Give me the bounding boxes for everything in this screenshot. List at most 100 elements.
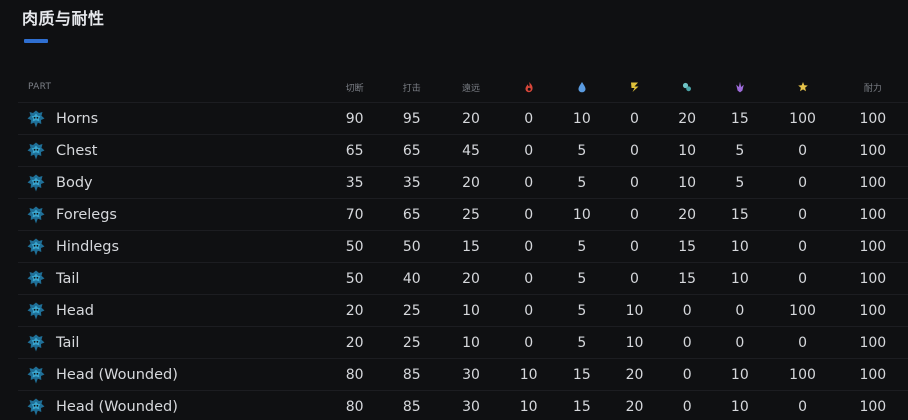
ice-value: 0 — [662, 358, 713, 391]
durability-value: 100 — [837, 198, 908, 231]
table-row[interactable]: Tail 20 25 10 0 5 10 0 0 0 100 — [18, 326, 908, 359]
shot-value: 20 — [441, 102, 501, 135]
stun-value: 100 — [767, 294, 838, 327]
water-value: 15 — [556, 390, 607, 420]
part-name: Head (Wounded) — [56, 398, 178, 415]
fire-value: 0 — [500, 230, 557, 263]
cut-value: 80 — [327, 358, 383, 391]
part-name: Body — [56, 174, 93, 191]
part-name: Chest — [56, 142, 98, 159]
header-impact[interactable]: 打击 — [382, 72, 441, 103]
stun-value: 100 — [767, 358, 838, 391]
dragon-value: 10 — [712, 230, 768, 263]
table-row[interactable]: Chest 65 65 45 0 5 0 10 5 0 100 — [18, 134, 908, 167]
thunder-value: 20 — [606, 358, 663, 391]
durability-value: 100 — [837, 102, 908, 135]
cut-value: 20 — [327, 294, 383, 327]
part-cell: Body — [18, 166, 328, 199]
table-header-row: PART 切断 打击 遠远 耐力 — [18, 72, 908, 103]
part-cell: Head — [18, 294, 328, 327]
water-value: 10 — [556, 102, 607, 135]
fire-value: 0 — [500, 326, 557, 359]
part-cell: Forelegs — [18, 198, 328, 231]
part-cell: Tail — [18, 326, 328, 359]
monster-icon — [26, 237, 46, 257]
monster-icon — [26, 333, 46, 353]
part-name: Tail — [56, 334, 80, 351]
fire-icon — [525, 82, 533, 93]
impact-value: 25 — [382, 326, 442, 359]
cut-value: 50 — [327, 230, 383, 263]
stun-value: 100 — [767, 102, 838, 135]
ice-value: 0 — [662, 294, 713, 327]
header-dragon[interactable] — [712, 72, 767, 103]
thunder-value: 0 — [606, 102, 663, 135]
impact-value: 65 — [382, 134, 442, 167]
water-value: 5 — [556, 262, 607, 295]
stun-value: 0 — [767, 390, 838, 420]
dragon-value: 5 — [712, 134, 768, 167]
header-part[interactable]: PART — [18, 72, 327, 103]
cut-value: 35 — [327, 166, 383, 199]
header-water[interactable] — [557, 72, 607, 103]
fire-value: 0 — [500, 294, 557, 327]
fire-value: 0 — [500, 102, 557, 135]
monster-icon — [26, 365, 46, 385]
water-value: 5 — [556, 294, 607, 327]
water-icon — [578, 82, 586, 93]
thunder-value: 20 — [606, 390, 663, 420]
table-row[interactable]: Tail 50 40 20 0 5 0 15 10 0 100 — [18, 262, 908, 295]
header-thunder[interactable] — [607, 72, 662, 103]
table-row[interactable]: Head (Wounded) 80 85 30 10 15 20 0 10 0 100 — [18, 390, 908, 420]
table-row[interactable]: Body 35 35 20 0 5 0 10 5 0 100 — [18, 166, 908, 199]
thunder-value: 0 — [606, 166, 663, 199]
fire-value: 10 — [500, 358, 557, 391]
stun-value: 0 — [767, 198, 838, 231]
monster-icon — [26, 301, 46, 321]
thunder-value: 10 — [606, 294, 663, 327]
impact-value: 95 — [382, 102, 442, 135]
impact-value: 50 — [382, 230, 442, 263]
thunder-value: 0 — [606, 262, 663, 295]
ice-value: 20 — [662, 198, 713, 231]
table-row[interactable]: Horns 90 95 20 0 10 0 20 15 100 100 — [18, 102, 908, 135]
header-cut[interactable]: 切断 — [327, 72, 382, 103]
table-row[interactable]: Head 20 25 10 0 5 10 0 0 100 100 — [18, 294, 908, 327]
dragon-value: 10 — [712, 390, 768, 420]
thunder-icon — [630, 82, 638, 92]
cut-value: 90 — [327, 102, 383, 135]
part-cell: Chest — [18, 134, 328, 167]
fire-value: 0 — [500, 262, 557, 295]
impact-value: 25 — [382, 294, 442, 327]
part-cell: Head (Wounded) — [18, 358, 328, 391]
part-name: Tail — [56, 270, 80, 287]
dragon-value: 15 — [712, 198, 768, 231]
water-value: 5 — [556, 134, 607, 167]
fire-value: 0 — [500, 166, 557, 199]
header-ice[interactable] — [662, 72, 712, 103]
header-fire[interactable] — [501, 72, 557, 103]
header-shot[interactable]: 遠远 — [441, 72, 500, 103]
title-underline — [24, 39, 48, 43]
part-cell: Horns — [18, 102, 328, 135]
dragon-icon — [736, 81, 744, 93]
header-stun[interactable] — [767, 72, 837, 103]
shot-value: 15 — [441, 230, 501, 263]
water-value: 5 — [556, 166, 607, 199]
fire-value: 0 — [500, 198, 557, 231]
impact-value: 85 — [382, 390, 442, 420]
table-row[interactable]: Forelegs 70 65 25 0 10 0 20 15 0 100 — [18, 198, 908, 231]
cut-value: 65 — [327, 134, 383, 167]
table-row[interactable]: Head (Wounded) 80 85 30 10 15 20 0 10 100 100 — [18, 358, 908, 391]
durability-value: 100 — [837, 390, 908, 420]
durability-value: 100 — [837, 358, 908, 391]
durability-value: 100 — [837, 294, 908, 327]
stun-icon — [797, 82, 808, 92]
stun-value: 0 — [767, 326, 838, 359]
water-value: 15 — [556, 358, 607, 391]
monster-icon — [26, 173, 46, 193]
header-durability[interactable]: 耐力 — [838, 72, 908, 103]
section-title: 肉质与耐性 — [22, 9, 105, 28]
cut-value: 50 — [327, 262, 383, 295]
table-row[interactable]: Hindlegs 50 50 15 0 5 0 15 10 0 100 — [18, 230, 908, 263]
